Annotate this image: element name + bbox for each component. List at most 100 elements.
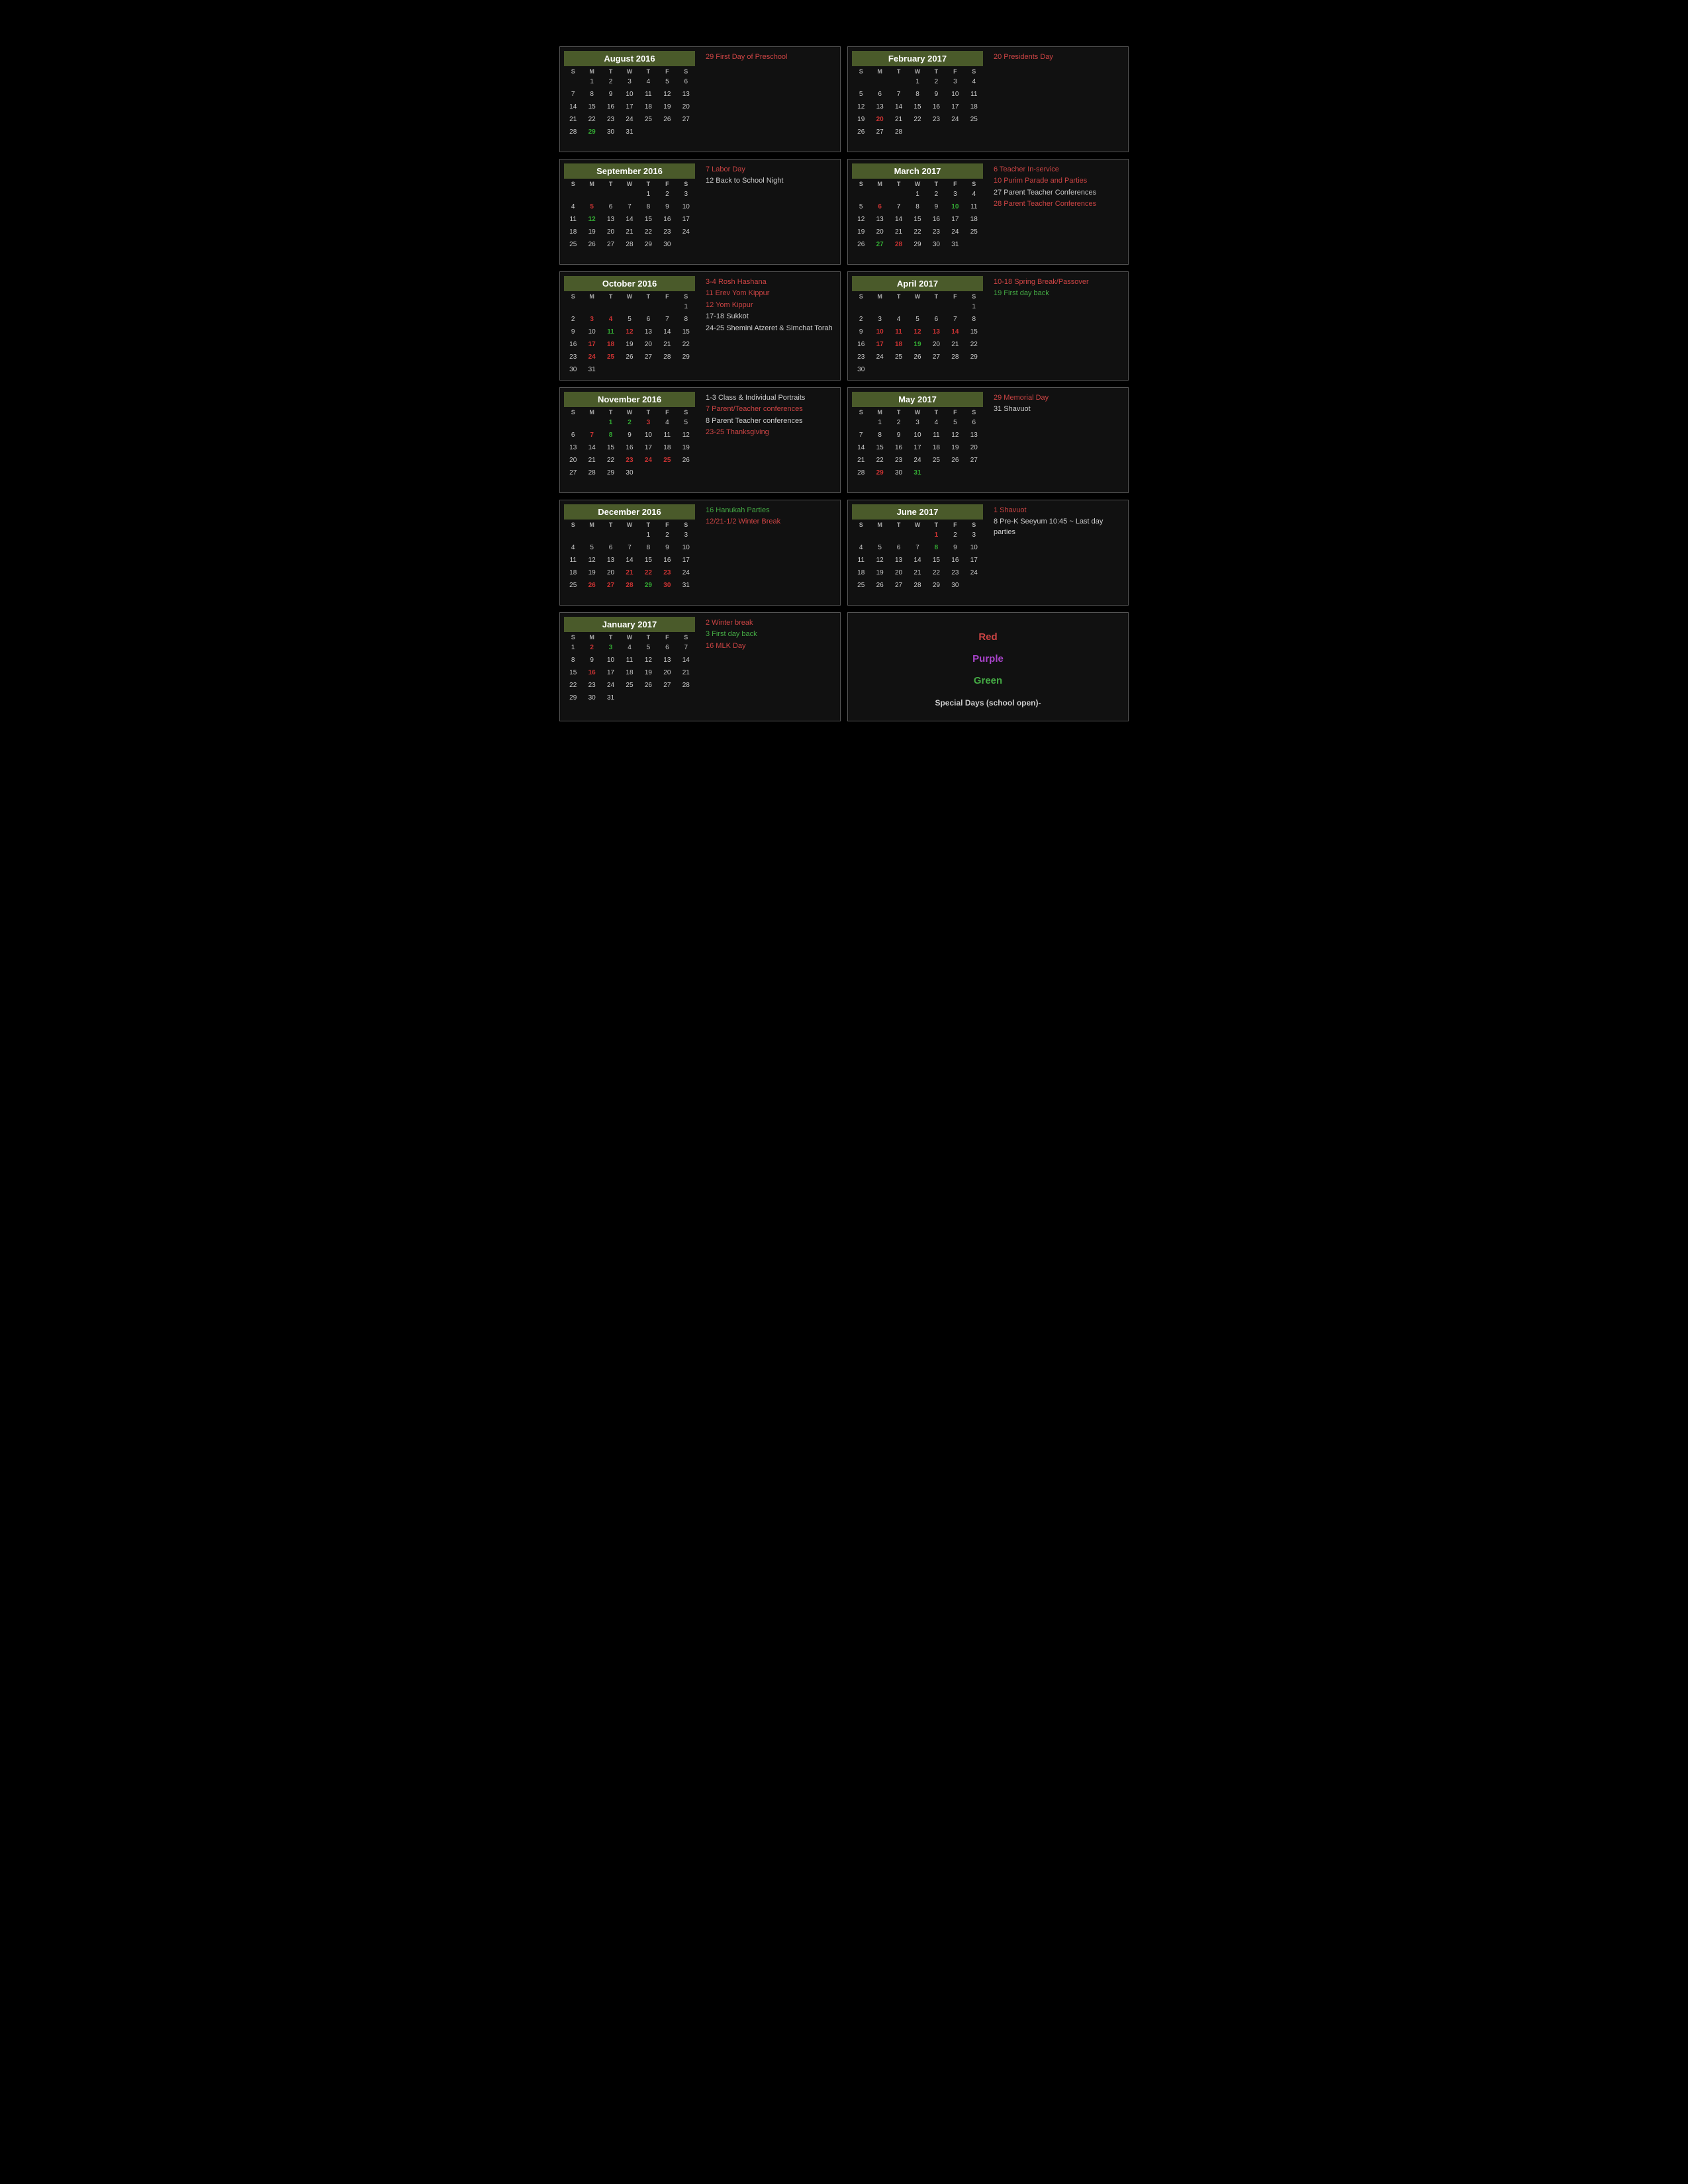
day-cell: 20 [639,339,657,351]
day-cell: 1 [602,417,620,429]
day-header: T [927,521,945,529]
day-cell: 18 [602,339,620,351]
day-cell: 16 [564,339,582,351]
day-cell: 27 [890,580,908,592]
day-cell: 8 [639,201,657,213]
day-cell: 4 [564,542,582,554]
day-cell: 15 [583,101,600,113]
day-cell: 12 [908,326,926,338]
day-cell: 25 [965,114,983,126]
day-cell: 7 [620,201,638,213]
day-cell: 3 [946,189,964,201]
day-cell: 29 [602,467,620,479]
day-cell: 6 [658,642,676,654]
day-cell: 29 [927,580,945,592]
day-empty [564,529,582,541]
day-cell: 10 [870,326,888,338]
cal-left-aug2016: August 2016SMTWTFS1234567891011121314151… [560,47,699,152]
day-cell: 2 [602,76,620,88]
day-cell: 19 [583,226,600,238]
month-header-oct2016: October 2016 [564,276,695,291]
month-box-sep2016: September 2016SMTWTFS1234567891011121314… [559,159,841,265]
event-line: 11 Erev Yom Kippur [706,289,833,298]
day-cell: 3 [602,642,620,654]
day-cell: 12 [946,430,964,441]
day-header: W [908,521,926,529]
day-cell: 24 [602,680,620,692]
cal-grid-aug2016: SMTWTFS123456789101112131415161718192021… [564,68,695,138]
day-cell: 21 [677,667,695,679]
day-cell: 16 [658,214,676,226]
day-cell: 8 [965,314,983,326]
day-cell: 25 [639,114,657,126]
cal-grid-nov2016: SMTWTFS123456789101112131415161718192021… [564,408,695,479]
month-box-nov2016: November 2016SMTWTFS12345678910111213141… [559,387,841,493]
day-cell: 29 [639,580,657,592]
day-empty [620,301,638,313]
day-header: S [852,408,870,416]
day-empty [852,417,870,429]
day-cell: 3 [677,529,695,541]
event-line: 20 Presidents Day [994,52,1121,62]
day-cell: 8 [908,89,926,101]
cal-grid-apr2017: SMTWTFS123456789101112131415161718192021… [852,293,983,376]
day-header: S [677,293,695,300]
day-cell: 28 [583,467,600,479]
day-cell: 4 [890,314,908,326]
day-header: W [620,633,638,641]
day-cell: 2 [583,642,600,654]
day-header: S [852,521,870,529]
cal-grid-may2017: SMTWTFS123456789101112131415161718192021… [852,408,983,479]
day-cell: 30 [658,239,676,251]
day-cell: 6 [564,430,582,441]
day-cell: 20 [658,667,676,679]
cal-grid-mar2017: SMTWTFS123456789101112131415161718192021… [852,180,983,251]
day-cell: 26 [852,239,870,251]
cal-events-jan2017: 2 Winter break3 First day back16 MLK Day [699,613,840,721]
day-cell: 4 [965,76,983,88]
day-header: S [564,521,582,529]
day-cell: 8 [583,89,600,101]
day-header: T [602,633,620,641]
day-header: M [583,293,600,300]
day-header: W [620,408,638,416]
day-cell: 20 [564,455,582,467]
day-cell: 1 [908,76,926,88]
day-cell: 20 [870,114,888,126]
day-cell: 10 [583,326,600,338]
day-cell: 12 [583,214,600,226]
day-cell: 8 [677,314,695,326]
day-cell: 8 [602,430,620,441]
day-empty [870,529,888,541]
day-cell: 11 [620,655,638,666]
day-cell: 30 [658,580,676,592]
day-cell: 14 [890,214,908,226]
day-cell: 22 [908,226,926,238]
day-cell: 16 [620,442,638,454]
day-cell: 6 [602,542,620,554]
day-cell: 21 [890,114,908,126]
day-cell: 9 [852,326,870,338]
day-cell: 20 [927,339,945,351]
day-cell: 24 [583,351,600,363]
day-cell: 9 [620,430,638,441]
day-cell: 8 [908,201,926,213]
day-cell: 11 [564,555,582,567]
day-header: T [602,521,620,529]
day-header: S [677,68,695,75]
day-empty [890,189,908,201]
legend-note: Special Days (school open)- [935,698,1041,707]
month-box-oct2016: October 2016SMTWTFS123456789101112131415… [559,271,841,381]
day-cell: 12 [852,214,870,226]
day-cell: 15 [908,101,926,113]
day-header: S [852,293,870,300]
event-line: 7 Parent/Teacher conferences [706,404,833,414]
event-line: 29 First Day of Preschool [706,52,833,62]
day-header: S [677,408,695,416]
day-empty [852,301,870,313]
day-cell: 8 [639,542,657,554]
day-header: F [658,633,676,641]
event-line: 3 First day back [706,629,833,639]
day-cell: 24 [639,455,657,467]
day-cell: 13 [658,655,676,666]
